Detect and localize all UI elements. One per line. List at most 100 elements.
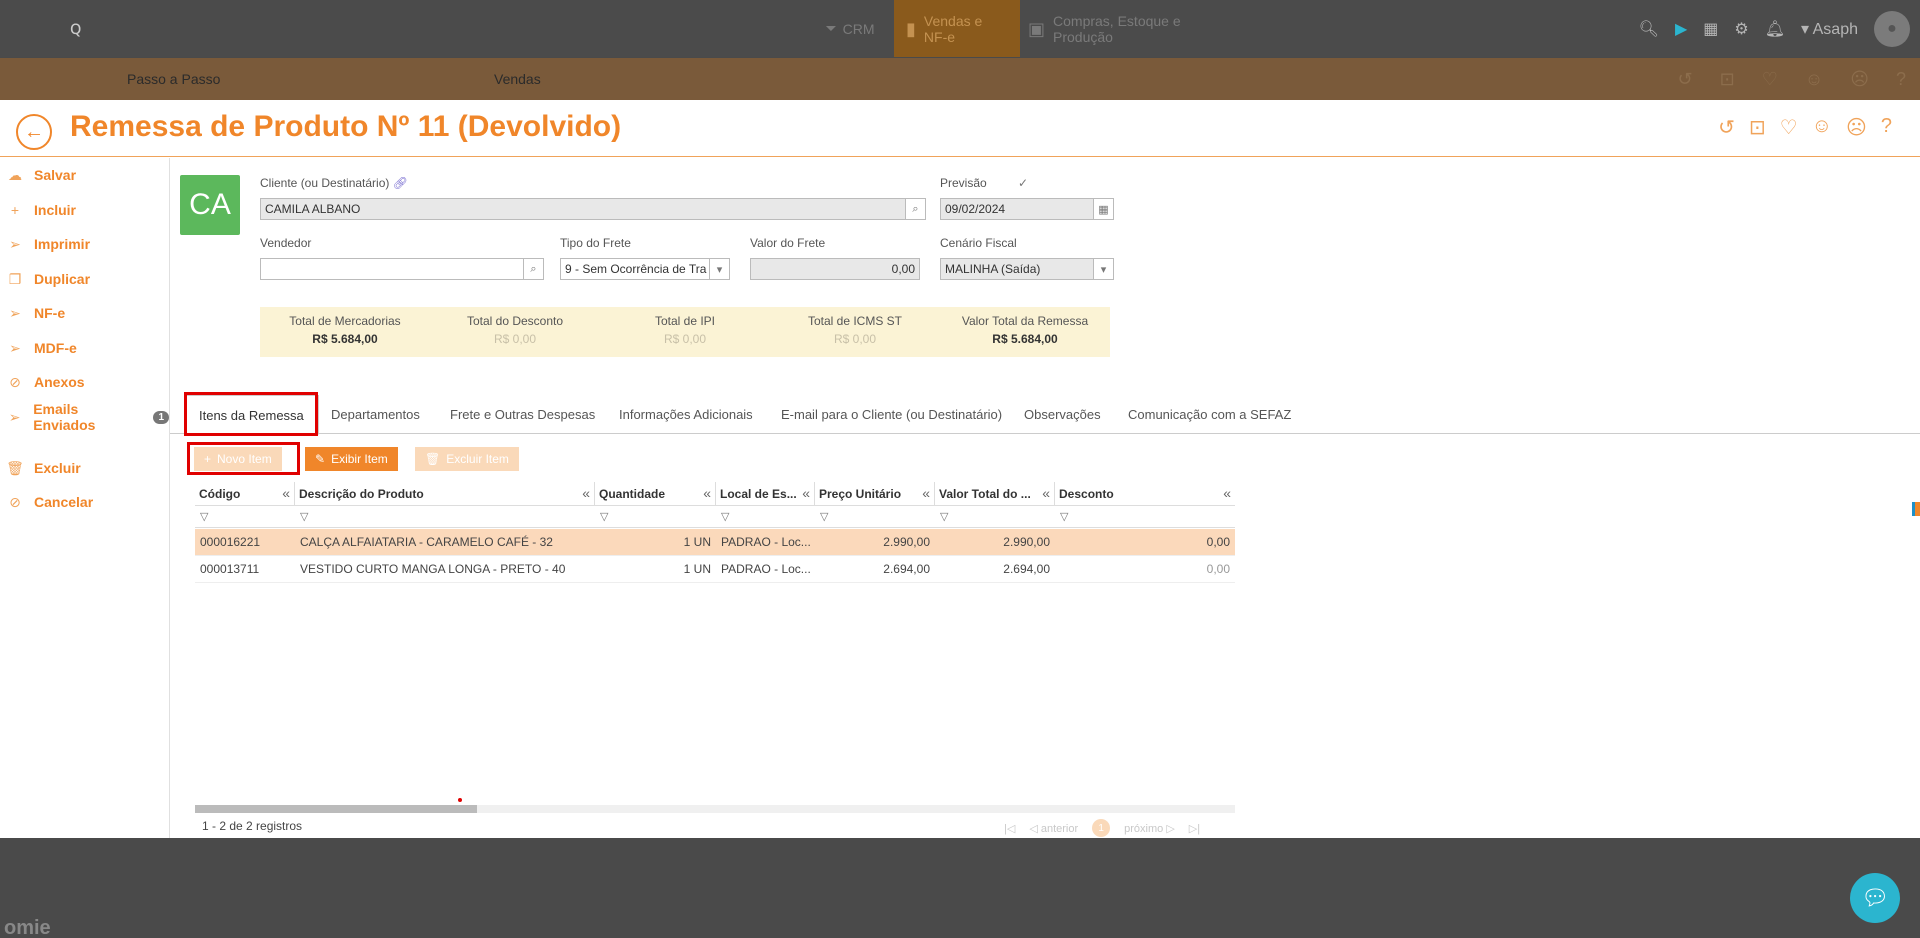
scrollbar-thumb[interactable] (195, 805, 477, 813)
filter-icon[interactable]: ▽ (600, 510, 608, 523)
sidebar-item-mdfe[interactable]: ➢ MDF-e (6, 338, 77, 358)
tab-frete[interactable]: Frete e Outras Despesas (450, 407, 595, 422)
excluir-item-label: Excluir Item (446, 452, 509, 466)
sad-icon[interactable]: ☹ (1850, 69, 1869, 90)
filter-icon[interactable]: ▽ (820, 510, 828, 523)
grid-icon[interactable]: ▦ (1703, 19, 1718, 39)
gear-icon[interactable]: ⚙ (1734, 19, 1748, 39)
tab-sefaz[interactable]: Comunicação com a SEFAZ (1128, 407, 1291, 422)
sidebar-item-anexos[interactable]: ⊘ Anexos (6, 372, 84, 392)
page-number[interactable]: 1 (1092, 819, 1111, 837)
nav-vendas-label: Vendas e NF-e (923, 12, 983, 45)
unlock-icon[interactable]: ⊡ (1720, 69, 1735, 90)
col-desconto[interactable]: Desconto « (1055, 482, 1235, 506)
col-codigo[interactable]: Código « (195, 482, 295, 506)
app-logo[interactable]: ꞯ (70, 16, 81, 40)
collapse-icon[interactable]: « (1223, 485, 1231, 501)
sidebar-item-cancelar[interactable]: ⊘ Cancelar (6, 492, 93, 512)
sidebar-item-salvar[interactable]: ☁ Salvar (6, 165, 76, 185)
excluir-item-button[interactable]: 🗑︎ Excluir Item (415, 447, 519, 471)
total-label: Valor Total da Remessa (961, 314, 1089, 328)
tab-email-cliente[interactable]: E-mail para o Cliente (ou Destinatário) (781, 407, 1002, 422)
col-preco[interactable]: Preço Unitário « (815, 482, 935, 506)
nav-vendas[interactable]: ▮ Vendas e NF-e (894, 0, 1020, 57)
send-icon: ➢ (9, 304, 21, 321)
nav-compras[interactable]: ▣ Compras, Estoque e Produção (1024, 0, 1224, 57)
sidebar-item-excluir[interactable]: 🗑︎ Excluir (6, 458, 81, 478)
help-icon[interactable]: ? (1881, 115, 1892, 140)
history-icon[interactable]: ↺ (1718, 115, 1735, 140)
filter-icon[interactable]: ▽ (721, 510, 729, 523)
passo-a-passo-link[interactable]: Passo a Passo (127, 71, 220, 87)
cliente-search-button[interactable]: ⌕ (906, 198, 926, 220)
smile-icon[interactable]: ☺ (1812, 115, 1832, 140)
filter-icon[interactable]: ▽ (940, 510, 948, 523)
prev-page-button[interactable]: ◁ anterior (1029, 822, 1078, 835)
vendedor-field[interactable] (260, 258, 524, 280)
back-button[interactable]: ← (16, 114, 52, 150)
tab-observacoes[interactable]: Observações (1024, 407, 1101, 422)
sidebar-item-nfe[interactable]: ➢ NF-e (6, 303, 65, 323)
send-icon: ➢ (9, 235, 21, 252)
first-page-icon[interactable]: |◁ (1004, 822, 1015, 835)
bell-icon[interactable]: 🔔︎ (1765, 19, 1785, 39)
next-page-button[interactable]: próximo ▷ (1124, 822, 1175, 835)
exibir-item-button[interactable]: ✎ Exibir Item (305, 447, 398, 471)
sidebar-item-incluir[interactable]: + Incluir (6, 200, 76, 220)
filter-icon[interactable]: ▽ (200, 510, 208, 523)
sad-icon[interactable]: ☹ (1846, 115, 1867, 140)
collapse-icon[interactable]: « (1042, 485, 1050, 501)
filter-icon[interactable]: ▽ (300, 510, 308, 523)
tab-departamentos[interactable]: Departamentos (331, 407, 420, 422)
calendar-button[interactable]: ▦ (1094, 198, 1114, 220)
collapse-icon[interactable]: « (922, 485, 930, 501)
cliente-field[interactable]: CAMILA ALBANO (260, 198, 906, 220)
heart-icon[interactable]: ♡ (1762, 69, 1778, 90)
col-valor-total[interactable]: Valor Total do ... « (935, 482, 1055, 506)
chat-icon: 💬︎ (1861, 885, 1889, 910)
collapse-icon[interactable]: « (802, 485, 810, 501)
table-row[interactable]: 000013711 VESTIDO CURTO MANGA LONGA - PR… (195, 556, 1235, 583)
col-label: Local de Es... (720, 487, 797, 501)
col-quantidade[interactable]: Quantidade « (595, 482, 716, 506)
tab-informacoes-adicionais[interactable]: Informações Adicionais (619, 407, 753, 422)
frete-select[interactable]: 9 - Sem Ocorrência de Tra (560, 258, 710, 280)
vendas-link[interactable]: Vendas (494, 71, 541, 87)
valor-total-remessa: Valor Total da Remessa R$ 5.684,00 (940, 314, 1110, 346)
nav-crm[interactable]: ⏷ CRM (810, 0, 890, 57)
collapse-icon[interactable]: « (582, 485, 590, 501)
unlock-icon[interactable]: ⊡ (1749, 115, 1766, 140)
cenario-dropdown-button[interactable]: ▾ (1094, 258, 1114, 280)
sidebar-item-imprimir[interactable]: ➢ Imprimir (6, 234, 90, 254)
smile-icon[interactable]: ☺ (1805, 69, 1823, 90)
collapse-icon[interactable]: « (282, 485, 290, 501)
heart-icon[interactable]: ♡ (1780, 115, 1798, 140)
side-edge-tab[interactable] (1912, 502, 1920, 516)
cell-preco: 2.990,00 (883, 535, 930, 549)
vendedor-search-button[interactable]: ⌕ (524, 258, 544, 280)
chat-button[interactable]: 💬︎ (1850, 873, 1900, 923)
collapse-icon[interactable]: « (703, 485, 711, 501)
history-icon[interactable]: ↺ (1678, 69, 1693, 90)
valor-frete-field[interactable]: 0,00 (750, 258, 920, 280)
cenario-select[interactable]: MALINHA (Saída) (940, 258, 1094, 280)
help-icon[interactable]: ? (1896, 69, 1906, 90)
col-descricao[interactable]: Descrição do Produto « (295, 482, 595, 506)
table-row[interactable]: 000016221 CALÇA ALFAIATARIA - CARAMELO C… (195, 529, 1235, 556)
col-local[interactable]: Local de Es... « (716, 482, 815, 506)
play-icon[interactable]: ▶ (1675, 19, 1687, 39)
filter-icon[interactable]: ▽ (1060, 510, 1068, 523)
user-icon: ● (1887, 19, 1897, 37)
sidebar-item-emails[interactable]: ➢ Emails Enviados 1 (6, 401, 169, 433)
avatar[interactable]: ● (1874, 10, 1910, 47)
user-menu[interactable]: ▾ Asaph (1801, 19, 1858, 39)
calendar-icon: ▦ (1098, 203, 1109, 216)
last-page-icon[interactable]: ▷| (1189, 822, 1200, 835)
horizontal-scrollbar[interactable] (195, 805, 1235, 813)
search-icon[interactable]: 🔍︎ (1639, 19, 1659, 39)
total-icms-st: Total de ICMS ST R$ 0,00 (770, 314, 940, 346)
frete-dropdown-button[interactable]: ▾ (710, 258, 730, 280)
previsao-field[interactable]: 09/02/2024 (940, 198, 1094, 220)
link-icon[interactable]: 🔗︎ (393, 176, 408, 190)
sidebar-item-duplicar[interactable]: ❐ Duplicar (6, 269, 90, 289)
